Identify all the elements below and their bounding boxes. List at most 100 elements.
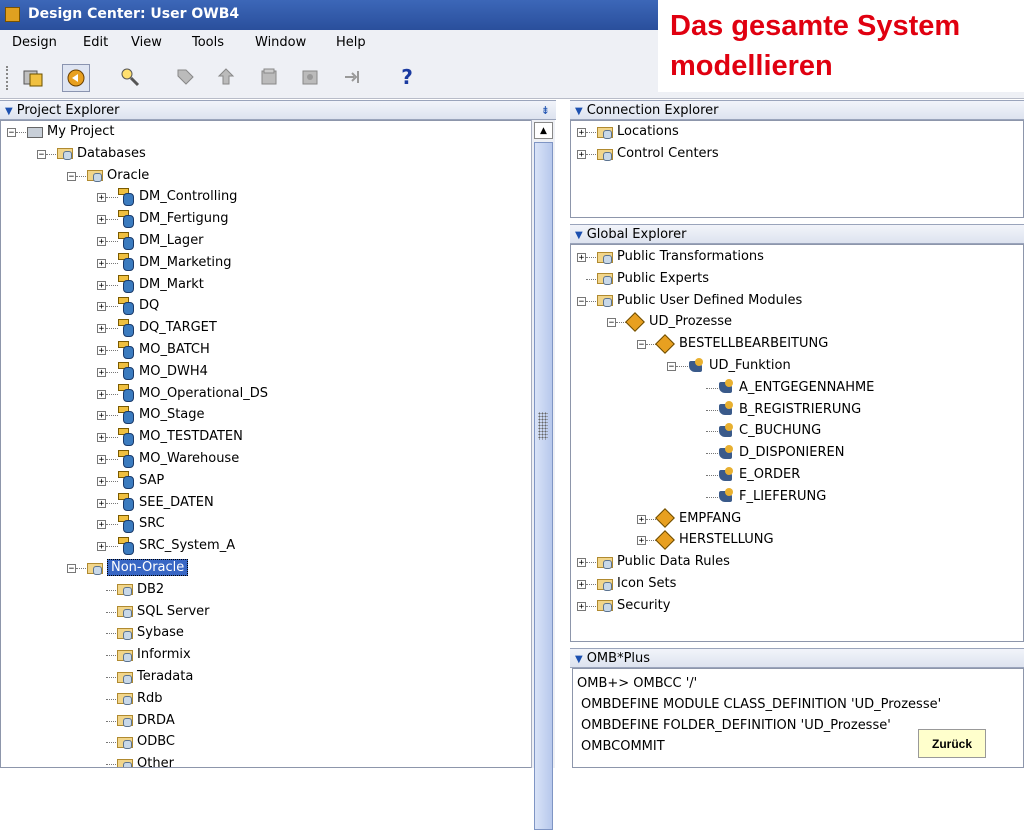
- collapse-node-icon[interactable]: −: [67, 564, 76, 574]
- tree-node-oracle-module[interactable]: DM_Fertigung: [117, 209, 229, 229]
- deploy-icon[interactable]: [213, 64, 239, 90]
- tree-node-herstellung[interactable]: HERSTELLUNG: [655, 529, 774, 550]
- expand-node-icon[interactable]: +: [97, 389, 106, 399]
- scroll-thumb[interactable]: [534, 142, 553, 830]
- expand-node-icon[interactable]: +: [97, 258, 106, 268]
- collapse-node-icon[interactable]: −: [7, 128, 16, 138]
- tree-node-function[interactable]: F_LIEFERUNG: [717, 487, 826, 507]
- tree-node-non-oracle-item[interactable]: Informix: [117, 645, 191, 665]
- tree-node-oracle-module[interactable]: MO_Warehouse: [117, 449, 239, 469]
- tree-node-oracle-module[interactable]: MO_BATCH: [117, 340, 210, 360]
- connection-explorer-header[interactable]: ▼ Connection Explorer: [570, 100, 1024, 120]
- tree-node-public-transformations[interactable]: Public Transformations: [597, 247, 764, 267]
- expand-node-icon[interactable]: +: [97, 498, 106, 508]
- project-explorer-header[interactable]: ▼ Project Explorer ⇟: [0, 100, 556, 120]
- collapse-node-icon[interactable]: −: [577, 296, 586, 306]
- properties-icon[interactable]: [256, 64, 282, 90]
- back-button[interactable]: Zurück: [918, 729, 986, 758]
- tree-node-security[interactable]: Security: [597, 596, 670, 616]
- expand-node-icon[interactable]: +: [97, 346, 106, 356]
- tree-node-oracle-module[interactable]: DM_Lager: [117, 231, 204, 251]
- tree-node-ud-funktion[interactable]: UD_Funktion: [687, 356, 791, 376]
- tree-node-oracle-module[interactable]: DQ: [117, 296, 159, 316]
- tree-node-empfang[interactable]: EMPFANG: [655, 508, 741, 529]
- collapse-node-icon[interactable]: −: [637, 340, 646, 350]
- expand-node-icon[interactable]: +: [97, 215, 106, 225]
- collapse-triangle-icon[interactable]: ▼: [5, 102, 13, 121]
- tree-node-public-data-rules[interactable]: Public Data Rules: [597, 552, 730, 572]
- collapse-triangle-icon[interactable]: ▼: [575, 102, 583, 121]
- tree-node-non-oracle-item[interactable]: DB2: [117, 580, 164, 600]
- tree-node-non-oracle-item[interactable]: Teradata: [117, 667, 193, 687]
- expand-node-icon[interactable]: +: [97, 542, 106, 552]
- tree-node-oracle-module[interactable]: DM_Markt: [117, 275, 204, 295]
- tree-node-non-oracle-item[interactable]: Sybase: [117, 623, 184, 643]
- collapse-triangle-icon[interactable]: ▼: [575, 226, 583, 245]
- expand-node-icon[interactable]: +: [97, 237, 106, 247]
- tree-node-function[interactable]: E_ORDER: [717, 465, 800, 485]
- tree-node-function[interactable]: D_DISPONIEREN: [717, 443, 844, 463]
- help-icon[interactable]: ?: [394, 64, 420, 90]
- global-explorer-header[interactable]: ▼ Global Explorer: [570, 224, 1024, 244]
- tree-node-oracle-module[interactable]: DM_Marketing: [117, 253, 232, 273]
- tree-node-databases[interactable]: Databases: [57, 144, 146, 164]
- menu-tools[interactable]: Tools: [192, 35, 224, 50]
- tree-node-oracle-module[interactable]: DQ_TARGET: [117, 318, 217, 338]
- search-icon[interactable]: [117, 64, 143, 90]
- tree-node-non-oracle[interactable]: Non-Oracle: [87, 558, 189, 578]
- tree-node-oracle-module[interactable]: MO_Stage: [117, 405, 205, 425]
- collapse-node-icon[interactable]: −: [67, 171, 76, 181]
- tree-node-non-oracle-item[interactable]: ODBC: [117, 732, 175, 752]
- expand-node-icon[interactable]: +: [577, 150, 586, 160]
- tree-node-oracle-module[interactable]: SRC_System_A: [117, 536, 235, 556]
- database-icon[interactable]: [20, 64, 46, 90]
- tree-node-non-oracle-item[interactable]: Other: [117, 754, 174, 767]
- menu-help[interactable]: Help: [336, 35, 366, 50]
- expand-node-icon[interactable]: +: [637, 536, 646, 546]
- collapse-node-icon[interactable]: −: [667, 362, 676, 372]
- menu-window[interactable]: Window: [255, 35, 306, 50]
- tree-node-non-oracle-item[interactable]: DRDA: [117, 711, 175, 731]
- validate-icon[interactable]: [297, 64, 323, 90]
- expand-node-icon[interactable]: +: [577, 601, 586, 611]
- tree-node-non-oracle-item[interactable]: SQL Server: [117, 602, 210, 622]
- collapse-node-icon[interactable]: −: [607, 318, 616, 328]
- expand-node-icon[interactable]: +: [97, 433, 106, 443]
- tree-node-public-udm[interactable]: Public User Defined Modules: [597, 291, 802, 311]
- pin-icon[interactable]: ⇟: [541, 101, 550, 120]
- tree-node-function[interactable]: A_ENTGEGENNAHME: [717, 378, 874, 398]
- menu-view[interactable]: View: [131, 35, 162, 50]
- expand-node-icon[interactable]: +: [577, 558, 586, 568]
- menu-edit[interactable]: Edit: [83, 35, 108, 50]
- expand-node-icon[interactable]: +: [97, 455, 106, 465]
- tree-node-oracle-module[interactable]: MO_Operational_DS: [117, 384, 268, 404]
- tree-node-function[interactable]: C_BUCHUNG: [717, 421, 821, 441]
- omb-plus-header[interactable]: ▼ OMB*Plus: [570, 648, 1024, 668]
- expand-node-icon[interactable]: +: [97, 520, 106, 530]
- tree-node-oracle[interactable]: Oracle: [87, 166, 149, 186]
- tree-node-oracle-module[interactable]: DM_Controlling: [117, 187, 237, 207]
- expand-node-icon[interactable]: +: [97, 302, 106, 312]
- tree-node-oracle-module[interactable]: SEE_DATEN: [117, 493, 214, 513]
- tree-node-my-project[interactable]: My Project: [27, 122, 115, 142]
- expand-node-icon[interactable]: +: [97, 193, 106, 203]
- expand-node-icon[interactable]: +: [97, 324, 106, 334]
- tree-node-ud-prozesse[interactable]: UD_Prozesse: [625, 311, 732, 332]
- expand-node-icon[interactable]: +: [97, 411, 106, 421]
- expand-node-icon[interactable]: +: [577, 128, 586, 138]
- tree-node-oracle-module[interactable]: SAP: [117, 471, 164, 491]
- scroll-up-icon[interactable]: ▲: [534, 122, 553, 139]
- arrow-right-icon[interactable]: [339, 64, 365, 90]
- tree-node-oracle-module[interactable]: MO_TESTDATEN: [117, 427, 243, 447]
- connect-icon[interactable]: [62, 64, 90, 92]
- tree-node-public-experts[interactable]: Public Experts: [597, 269, 709, 289]
- menu-design[interactable]: Design: [12, 35, 57, 50]
- expand-node-icon[interactable]: +: [577, 253, 586, 263]
- tree-node-connection[interactable]: Locations: [597, 122, 679, 142]
- tree-node-oracle-module[interactable]: SRC: [117, 514, 165, 534]
- expand-node-icon[interactable]: +: [97, 280, 106, 290]
- project-explorer-scrollbar[interactable]: ▲: [531, 120, 555, 830]
- expand-node-icon[interactable]: +: [97, 367, 106, 377]
- tree-node-connection[interactable]: Control Centers: [597, 144, 719, 164]
- expand-node-icon[interactable]: +: [577, 580, 586, 590]
